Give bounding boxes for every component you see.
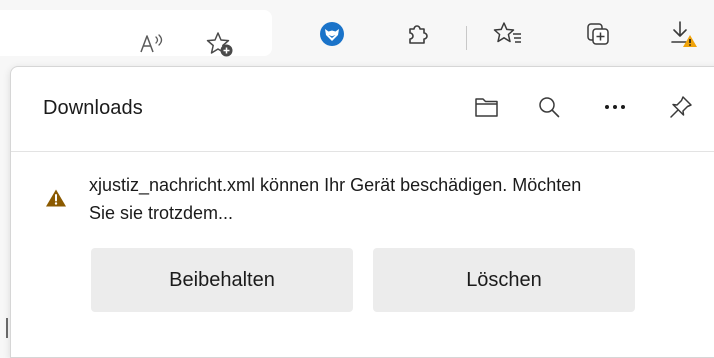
pin-panel-button[interactable] [661, 87, 701, 127]
keep-button[interactable]: Beibehalten [91, 248, 353, 312]
warning-icon [46, 189, 66, 207]
delete-button[interactable]: Löschen [373, 248, 635, 312]
more-options-icon [605, 105, 625, 109]
downloads-button[interactable] [666, 16, 702, 52]
extensions-icon [409, 25, 428, 44]
favorites-button[interactable] [490, 16, 526, 52]
panel-title: Downloads [43, 97, 143, 119]
extension-fox-icon [320, 22, 344, 46]
add-favorite-icon [206, 32, 233, 57]
add-favorite-button[interactable] [202, 26, 238, 62]
collections-icon [587, 23, 609, 45]
page-content-edge-marker [6, 318, 8, 338]
download-warning-text: xjustiz_nachricht.xml können Ihr Gerät b… [89, 175, 582, 223]
pin-icon [670, 96, 692, 118]
downloads-icon [671, 21, 697, 47]
search-icon [539, 97, 560, 118]
open-folder-icon [475, 98, 498, 117]
extensions-button[interactable] [400, 16, 436, 52]
downloads-panel: Downloads xjustiz_nachricht.xml können I… [10, 66, 714, 358]
browser-toolbar [0, 0, 714, 66]
open-downloads-folder-button[interactable] [467, 87, 507, 127]
search-downloads-button[interactable] [529, 87, 569, 127]
more-options-button[interactable] [595, 87, 635, 127]
toolbar-separator [466, 26, 467, 50]
fox-extension-button[interactable] [314, 16, 350, 52]
panel-divider [11, 151, 714, 152]
favorites-icon [493, 22, 521, 43]
read-aloud-icon [140, 34, 163, 53]
address-bar-end[interactable] [0, 10, 272, 57]
read-aloud-button[interactable] [134, 26, 170, 62]
collections-button[interactable] [580, 16, 616, 52]
